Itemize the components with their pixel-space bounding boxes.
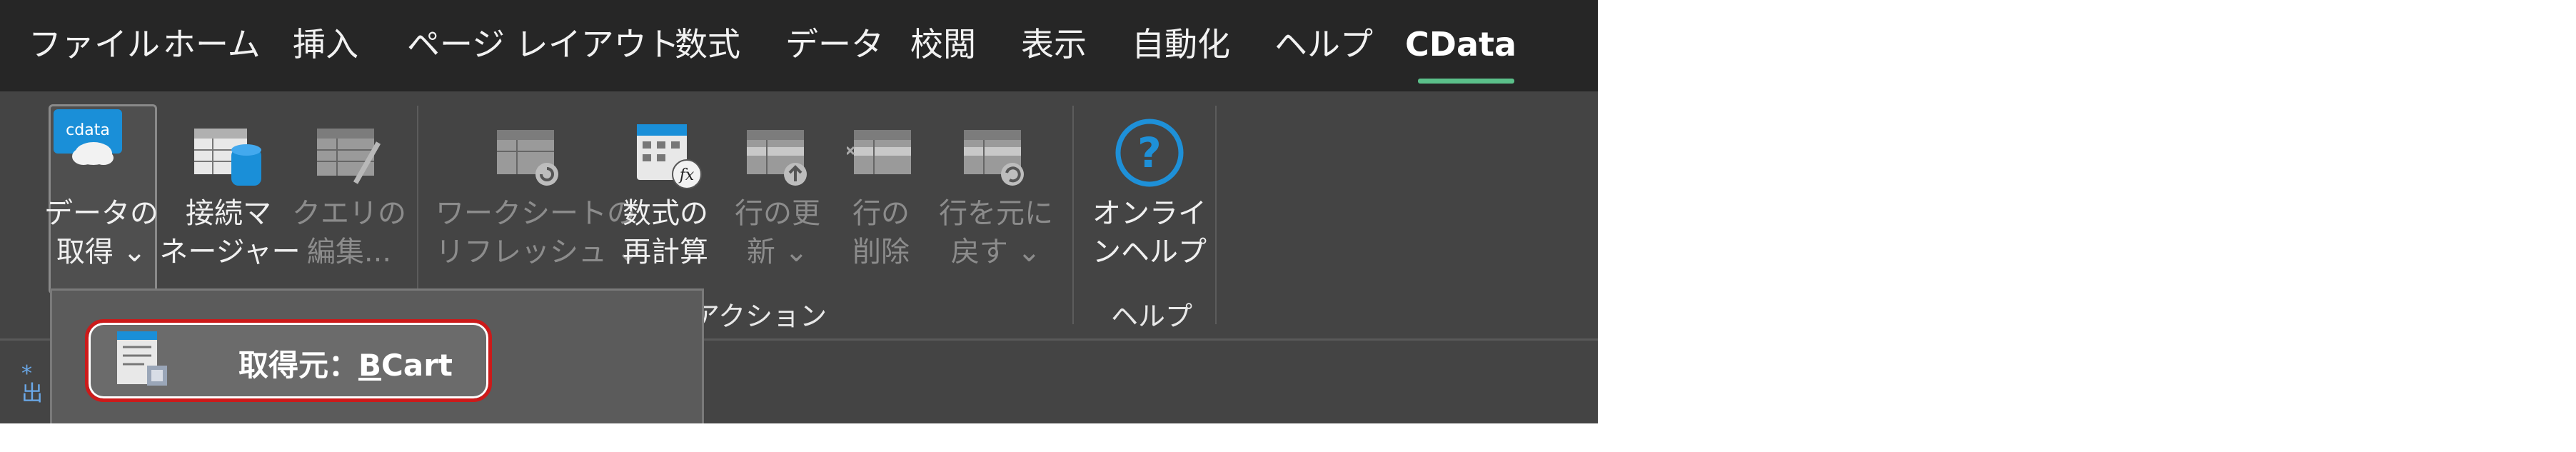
partial-link-text: * 出 <box>21 361 43 406</box>
online-help-label-1: オンライ <box>1092 197 1207 230</box>
svg-text:?: ? <box>1137 129 1162 177</box>
delete-row-label-2: 削除 <box>852 236 910 268</box>
delete-row-icon <box>847 130 911 174</box>
group-separator <box>1072 106 1074 324</box>
update-row-label-1: 行の更 <box>735 197 820 230</box>
get-data-dropdown: 取得元：BCart <box>50 288 704 423</box>
edit-query-label-1: クエリの <box>292 197 406 230</box>
refresh-sheet-icon <box>497 130 558 186</box>
help-group-label: ヘルプ <box>1111 301 1193 332</box>
svg-text:cdata: cdata <box>66 121 110 139</box>
get-data-label-2: 取得 ⌄ <box>56 236 147 268</box>
tab-review[interactable]: 校閲 <box>910 16 976 73</box>
tab-formulas[interactable]: 数式 <box>675 16 740 73</box>
online-help-label-2: ンヘルプ <box>1092 236 1207 268</box>
svg-text:fx: fx <box>678 166 695 184</box>
refresh-worksheet-label-2: リフレッシュ ⌄ <box>436 236 640 268</box>
source-accelerator-key: B <box>358 348 382 383</box>
refresh-worksheet-label-1: ワークシートの <box>436 197 635 230</box>
tab-data[interactable]: データ <box>785 16 884 73</box>
update-row-icon <box>747 130 807 186</box>
actions-group-label: アクション <box>693 301 827 332</box>
connection-table-icon <box>194 129 261 186</box>
tab-cdata[interactable]: CData <box>1405 16 1516 73</box>
formula-calc-icon: fx <box>637 124 702 189</box>
tab-insert[interactable]: 挿入 <box>293 16 358 73</box>
update-row-label-2: 新 ⌄ <box>746 236 809 268</box>
revert-row-icon <box>964 130 1024 186</box>
data-source-icon <box>117 331 167 386</box>
tab-view[interactable]: 表示 <box>1021 16 1087 73</box>
active-tab-indicator <box>1418 79 1514 84</box>
edit-query-icon <box>317 129 381 184</box>
recalculate-label-1: 数式の <box>623 197 708 230</box>
connection-manager-label-2: ネージャー <box>159 236 301 268</box>
tab-help[interactable]: ヘルプ <box>1274 16 1373 73</box>
recalculate-label-2: 再計算 <box>623 236 708 268</box>
get-from-bcart-label: 取得元：BCart <box>238 341 453 385</box>
revert-row-label-1: 行を元に <box>939 197 1053 230</box>
delete-row-label-1: 行の <box>852 197 910 230</box>
group-separator <box>1215 106 1217 324</box>
tab-home[interactable]: ホーム <box>163 16 261 73</box>
get-data-label-1: データの <box>44 197 159 230</box>
revert-row-label-2: 戻す ⌄ <box>950 236 1042 268</box>
help-question-icon: ? <box>1115 119 1184 187</box>
source-name: Cart <box>381 348 453 383</box>
get-from-bcart-item[interactable]: 取得元：BCart <box>85 319 492 402</box>
connection-manager-label-1: 接続マ <box>186 197 271 230</box>
excel-ribbon: ファイル ホーム 挿入 ページ レイアウト 数式 データ 校閲 表示 自動化 ヘ… <box>0 0 1598 423</box>
tab-automate[interactable]: 自動化 <box>1132 16 1230 73</box>
menu-bar: ファイル ホーム 挿入 ページ レイアウト 数式 データ 校閲 表示 自動化 ヘ… <box>0 0 1598 91</box>
tab-page-layout[interactable]: ページ レイアウト <box>407 16 680 73</box>
tab-file[interactable]: ファイル <box>29 16 160 73</box>
edit-query-label-2: 編集... <box>306 236 392 268</box>
cdata-cloud-icon: cdata <box>54 109 122 165</box>
source-prefix: 取得元： <box>238 348 359 383</box>
